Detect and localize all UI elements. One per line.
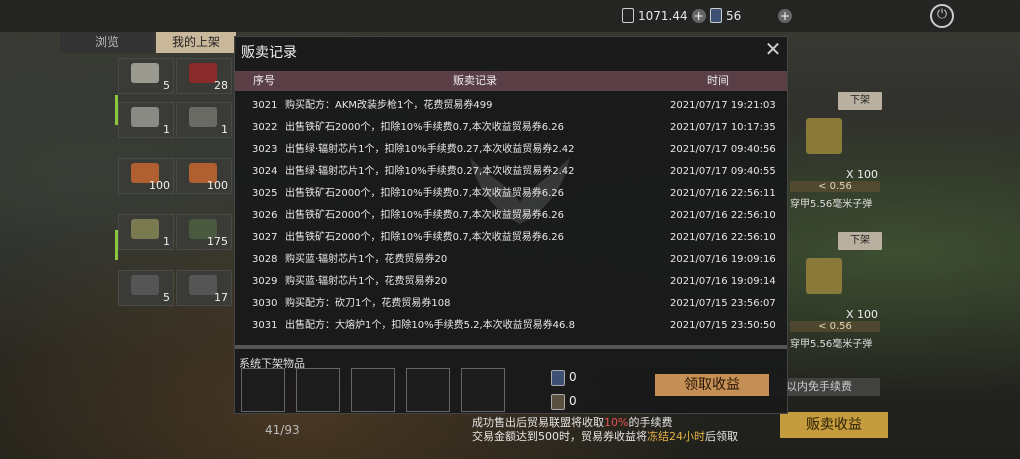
coin-ticket-icon	[551, 394, 565, 410]
power-icon[interactable]: ⏻	[930, 4, 954, 28]
coin-ticket-icon	[622, 8, 634, 23]
ammo-listing-icon	[806, 258, 842, 294]
currency-1-value: 1071.44	[638, 8, 688, 23]
ticket-1-value: 0	[569, 370, 577, 384]
inventory-slot[interactable]: 100	[176, 158, 232, 194]
ticket-2-value: 0	[569, 394, 577, 408]
table-row: 3026 出售铁矿石2000个，扣除10%手续费0.7,本次收益贸易券6.26 20…	[252, 210, 776, 221]
listing-qty: X 100	[846, 168, 879, 181]
table-row: 3029 购买蓝·辐射芯片1个，花费贸易券20 2021/07/16 19:09:1…	[252, 276, 776, 287]
modal-title: 贩卖记录	[241, 45, 297, 61]
delisted-item-slot[interactable]	[241, 368, 285, 412]
delisted-item-slot[interactable]	[351, 368, 395, 412]
currency-2: 56	[710, 8, 741, 23]
inventory-slot[interactable]: 1	[118, 214, 174, 250]
berry-icon	[189, 63, 217, 83]
tab-my-listings[interactable]: 我的上架	[156, 32, 236, 53]
listing-name: 穿甲5.56毫米子弹	[790, 339, 873, 350]
delisted-item-slot[interactable]	[296, 368, 340, 412]
close-icon[interactable]: ✕	[763, 39, 783, 59]
add-currency-2-button[interactable]: +	[778, 9, 792, 23]
inventory-slot[interactable]: 1	[176, 102, 232, 138]
collect-income-button[interactable]: 领取收益	[655, 374, 769, 396]
sell-income-button[interactable]: 贩卖收益	[780, 412, 888, 438]
inventory-slot[interactable]: 175	[176, 214, 232, 250]
column-time: 时间	[707, 74, 729, 87]
top-bar: 1071.44 + 56 + ⏻	[0, 0, 1020, 32]
scroll-thumb[interactable]	[235, 345, 787, 349]
gun-part-icon	[189, 107, 217, 127]
table-row: 3028 购买蓝·辐射芯片1个，花费贸易券20 2021/07/16 19:09:1…	[252, 254, 776, 265]
ammo-icon	[131, 63, 159, 83]
table-header: 序号 贩卖记录 时间	[235, 71, 787, 91]
delist-button[interactable]: 下架	[838, 232, 882, 250]
trade-ticket-icon	[551, 370, 565, 386]
delisted-item-slot[interactable]	[406, 368, 450, 412]
table-row: 3021 购买配方：AKM改装步枪1个，花费贸易券499 2021/07/17 19…	[252, 100, 776, 111]
currency-2-value: 56	[726, 8, 742, 23]
inventory-grid: 5 28 1 1 100 100 1 175 5 17	[118, 58, 234, 318]
delisted-item-slot[interactable]	[461, 368, 505, 412]
trade-ticket-icon	[710, 8, 722, 23]
table-row: 3027 出售铁矿石2000个，扣除10%手续费0.7,本次收益贸易券6.26 20…	[252, 232, 776, 243]
rocket-icon	[131, 219, 159, 239]
inventory-slot[interactable]: 28	[176, 58, 232, 94]
tool-icon	[189, 275, 217, 295]
table-row: 3025 出售铁矿石2000个，扣除10%手续费0.7,本次收益贸易券6.26 20…	[252, 188, 776, 199]
table-row: 3023 出售绿·辐射芯片1个，扣除10%手续费0.27,本次收益贸易券2.42 2…	[252, 144, 776, 155]
listing-name: 穿甲5.56毫米子弹	[790, 199, 873, 210]
metal-parts-icon	[131, 107, 159, 127]
listing-price: < 0.56	[790, 181, 880, 192]
inventory-slot[interactable]: 5	[118, 270, 174, 306]
table-row: 3031 出售配方：大熔炉1个，扣除10%手续费5.2,本次收益贸易券46.8 20…	[252, 320, 776, 331]
column-record: 贩卖记录	[453, 74, 497, 87]
table-row: 3024 出售绿·辐射芯片1个，扣除10%手续费0.27,本次收益贸易券2.42 2…	[252, 166, 776, 177]
inventory-slot[interactable]: 17	[176, 270, 232, 306]
record-list[interactable]: 3021 购买配方：AKM改装步枪1个，花费贸易券499 2021/07/17 19…	[235, 95, 787, 343]
ammo-listing-icon	[806, 118, 842, 154]
add-currency-1-button[interactable]: +	[691, 8, 706, 23]
tab-browse[interactable]: 浏览	[60, 32, 154, 53]
inventory-count: 41/93	[265, 423, 300, 437]
listing-price: < 0.56	[790, 321, 880, 332]
table-row: 3030 购买配方：砍刀1个，花费贸易券108 2021/07/15 23:56:0…	[252, 298, 776, 309]
sales-record-modal: 贩卖记录 ✕ 序号 贩卖记录 时间 3021 购买配方：AKM改装步枪1个，花费贸…	[234, 36, 788, 414]
fee-info-line-2: 交易金额达到500时，贸易券收益将冻结24小时后领取	[472, 430, 738, 443]
inventory-slot[interactable]: 1	[118, 102, 174, 138]
inventory-slot[interactable]: 5	[118, 58, 174, 94]
tool-icon	[131, 275, 159, 295]
table-row: 3022 出售铁矿石2000个，扣除10%手续费0.7,本次收益贸易券6.26 20…	[252, 122, 776, 133]
currency-1: 1071.44 +	[622, 8, 706, 23]
inventory-slot[interactable]: 100	[118, 158, 174, 194]
listing-qty: X 100	[846, 308, 879, 321]
column-id: 序号	[253, 74, 275, 87]
list-scrollbar[interactable]	[235, 345, 787, 349]
delist-button[interactable]: 下架	[838, 92, 882, 110]
